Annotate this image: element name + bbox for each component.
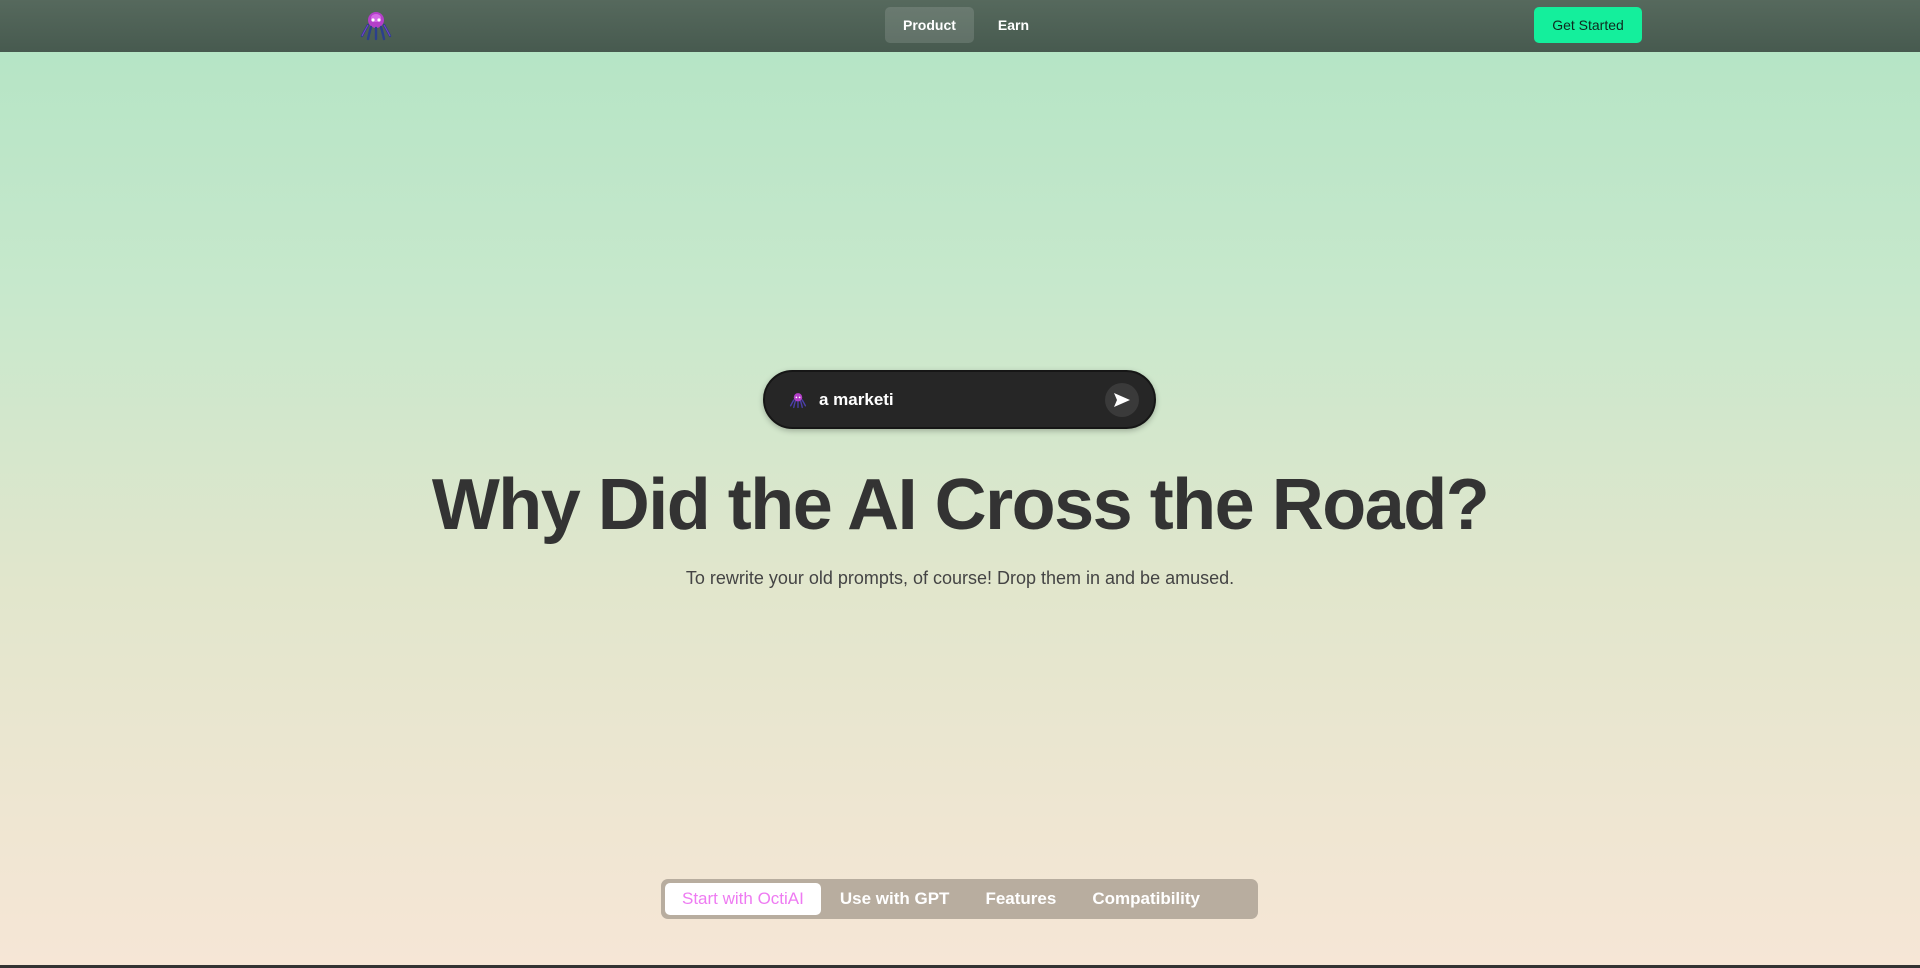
tab-bar: Start with OctiAI Use with GPT Features … [661,879,1258,919]
tab-compatibility[interactable]: Compatibility [1075,883,1217,915]
main-nav: Product Earn [885,7,1047,43]
nav-item-product[interactable]: Product [885,7,974,43]
page-subtitle: To rewrite your old prompts, of course! … [685,568,1235,588]
get-started-button[interactable]: Get Started [1534,7,1642,43]
page-title: Why Did the AI Cross the Road? [431,465,1490,545]
prompt-box [763,370,1156,429]
tab-start-with-octiai[interactable]: Start with OctiAI [665,883,821,915]
octopus-logo-icon [787,389,809,411]
tab-features[interactable]: Features [968,883,1073,915]
tab-use-with-gpt[interactable]: Use with GPT [823,883,967,915]
send-button[interactable] [1105,383,1139,417]
prompt-input[interactable] [819,384,1089,416]
top-navbar: Product Earn Get Started [0,0,1920,52]
octopus-logo-icon[interactable] [357,6,395,44]
nav-item-earn[interactable]: Earn [980,7,1047,43]
send-arrow-icon [1114,393,1130,407]
